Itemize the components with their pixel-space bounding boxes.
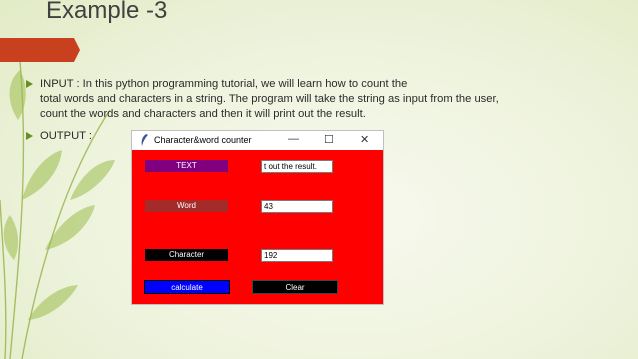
character-count-field[interactable]: 192 [261, 249, 333, 262]
character-label: Character [145, 249, 228, 261]
app-window: Character&word counter — ☐ ✕ TEXT t out … [131, 130, 384, 305]
bullet-line: count the words and characters and then … [40, 108, 366, 120]
feather-icon [141, 134, 148, 146]
clear-button[interactable]: Clear [252, 280, 338, 294]
bullet-text: OUTPUT : [40, 130, 93, 142]
window-title: Character&word counter [154, 135, 252, 145]
bullet-output: OUTPUT : [26, 129, 93, 144]
slide-title: Example -3 [46, 0, 168, 24]
window-titlebar[interactable]: Character&word counter — ☐ ✕ [132, 131, 383, 150]
bullet-line: INPUT : In this python programming tutor… [40, 78, 408, 90]
bullet-arrow-icon [26, 80, 33, 88]
text-label: TEXT [145, 160, 228, 172]
calculate-button[interactable]: calculate [144, 280, 230, 294]
bullet-input: INPUT : In this python programming tutor… [26, 77, 560, 122]
minimize-button[interactable]: — [288, 133, 299, 145]
close-button[interactable]: ✕ [360, 133, 369, 146]
bullet-arrow-icon [26, 132, 33, 140]
maximize-button[interactable]: ☐ [324, 133, 334, 146]
word-label: Word [145, 200, 228, 212]
title-accent-band [0, 38, 80, 62]
bullet-line: total words and characters in a string. … [40, 93, 499, 105]
word-count-field[interactable]: 43 [261, 200, 333, 213]
text-input[interactable]: t out the result. [261, 160, 333, 173]
